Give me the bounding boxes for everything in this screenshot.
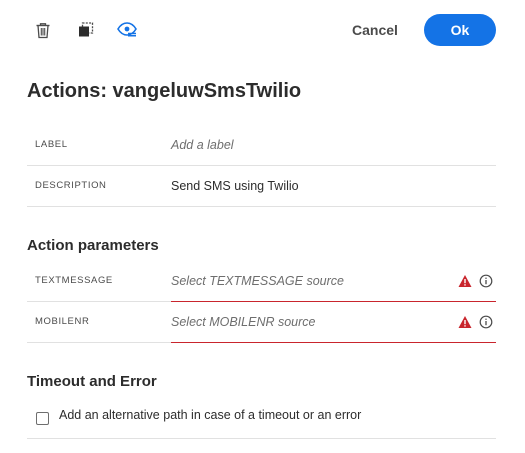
- alert-icon: [458, 275, 472, 287]
- textmessage-label: TEXTMESSAGE: [35, 275, 113, 286]
- mobilenr-label: MOBILENR: [35, 316, 90, 327]
- description-row: DESCRIPTION Send SMS using Twilio: [27, 166, 496, 207]
- ok-button[interactable]: Ok: [424, 14, 496, 46]
- param-row-mobilenr: MOBILENR Select MOBILENR source: [27, 302, 496, 343]
- mobilenr-source-field[interactable]: Select MOBILENR source: [171, 302, 496, 343]
- param-row-textmessage: TEXTMESSAGE Select TEXTMESSAGE source: [27, 261, 496, 302]
- description-field-label: DESCRIPTION: [35, 180, 107, 191]
- textmessage-placeholder: Select TEXTMESSAGE source: [171, 274, 344, 288]
- timeout-heading: Timeout and Error: [27, 373, 157, 390]
- toolbar: Cancel Ok: [0, 14, 525, 46]
- action-parameters-heading: Action parameters: [27, 237, 159, 254]
- view-icon[interactable]: [113, 16, 141, 44]
- label-field-label: LABEL: [35, 139, 68, 150]
- page-title: Actions: vangeluwSmsTwilio: [27, 80, 302, 102]
- cancel-button[interactable]: Cancel: [344, 19, 406, 41]
- mobilenr-placeholder: Select MOBILENR source: [171, 315, 316, 329]
- timeout-option-row: Add an alternative path in case of a tim…: [27, 402, 496, 439]
- trash-icon[interactable]: [29, 16, 57, 44]
- duplicate-icon[interactable]: [72, 16, 100, 44]
- description-input[interactable]: Send SMS using Twilio: [171, 166, 299, 206]
- textmessage-source-field[interactable]: Select TEXTMESSAGE source: [171, 261, 496, 302]
- timeout-checkbox-label[interactable]: Add an alternative path in case of a tim…: [59, 408, 361, 422]
- label-input[interactable]: Add a label: [171, 125, 234, 165]
- info-icon[interactable]: [479, 315, 493, 329]
- label-row: LABEL Add a label: [27, 125, 496, 166]
- info-icon[interactable]: [479, 274, 493, 288]
- alert-icon: [458, 316, 472, 328]
- timeout-checkbox[interactable]: [36, 412, 49, 425]
